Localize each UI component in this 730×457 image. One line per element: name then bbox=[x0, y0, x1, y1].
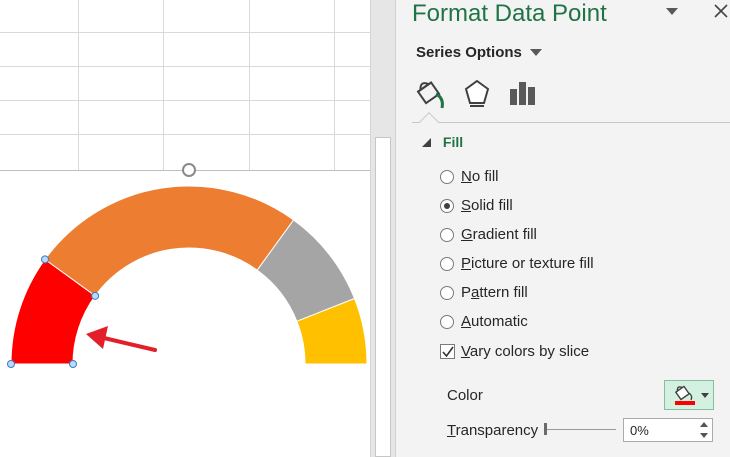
selection-handle[interactable] bbox=[40, 255, 49, 264]
radio-label: Solid fill bbox=[461, 197, 513, 214]
radio-automatic[interactable]: Automatic bbox=[440, 313, 528, 330]
fill-section-header[interactable]: Fill bbox=[422, 134, 463, 150]
transparency-label: Transparency bbox=[447, 422, 539, 439]
arrow-icon bbox=[86, 326, 157, 352]
transparency-slider-thumb[interactable] bbox=[544, 423, 547, 435]
radio-button[interactable] bbox=[440, 285, 454, 300]
selection-handle[interactable] bbox=[69, 360, 77, 368]
tab-series-options[interactable] bbox=[506, 76, 540, 110]
radio-button[interactable] bbox=[440, 314, 454, 329]
pentagon-icon bbox=[464, 79, 490, 107]
close-icon bbox=[714, 4, 728, 18]
pane-options-button[interactable] bbox=[666, 3, 678, 19]
tab-effects[interactable] bbox=[460, 76, 494, 110]
pane-title: Format Data Point bbox=[412, 0, 607, 27]
spin-up-icon bbox=[700, 422, 708, 427]
tab-divider bbox=[412, 122, 730, 123]
checkmark-icon bbox=[442, 346, 454, 358]
series-options-label: Series Options bbox=[416, 44, 522, 61]
scrollbar-thumb[interactable] bbox=[375, 137, 391, 457]
format-data-point-pane: Format Data Point Series Options Fill No… bbox=[395, 0, 730, 457]
radio-button[interactable] bbox=[440, 169, 454, 184]
radio-label: Gradient fill bbox=[461, 226, 537, 243]
radio-label: No fill bbox=[461, 168, 499, 185]
chart-rotation-handle[interactable] bbox=[182, 163, 196, 177]
radio-solid-fill[interactable]: Solid fill bbox=[440, 197, 513, 214]
radio-pattern-fill[interactable]: Pattern fill bbox=[440, 284, 528, 301]
gauge-slice-2[interactable] bbox=[44, 185, 295, 297]
radio-button[interactable] bbox=[440, 256, 454, 271]
color-label: Color bbox=[447, 387, 483, 404]
spin-down-icon bbox=[700, 433, 708, 438]
active-tab-pointer bbox=[419, 112, 439, 132]
color-swatch bbox=[675, 401, 695, 405]
radio-label: Pattern fill bbox=[461, 284, 528, 301]
series-options-dropdown[interactable]: Series Options bbox=[416, 44, 543, 61]
radio-picture-texture-fill[interactable]: Picture or texture fill bbox=[440, 255, 594, 272]
bar-chart-icon bbox=[510, 82, 535, 105]
fill-section-title: Fill bbox=[442, 134, 464, 150]
dropdown-triangle-icon bbox=[666, 8, 678, 15]
transparency-slider-track[interactable] bbox=[546, 429, 616, 430]
collapse-triangle-icon bbox=[422, 138, 431, 150]
worksheet[interactable] bbox=[0, 0, 370, 457]
selection-handle[interactable] bbox=[91, 291, 100, 300]
vary-colors-checkbox[interactable]: Vary colors by slice bbox=[440, 343, 589, 360]
checkbox-box[interactable] bbox=[440, 344, 455, 359]
paint-bucket-icon bbox=[416, 81, 444, 109]
radio-gradient-fill[interactable]: Gradient fill bbox=[440, 226, 537, 243]
gauge-chart[interactable] bbox=[0, 0, 370, 457]
vertical-scrollbar[interactable] bbox=[370, 0, 395, 457]
radio-no-fill[interactable]: No fill bbox=[440, 168, 499, 185]
chevron-down-icon bbox=[701, 393, 709, 398]
selection-handle[interactable] bbox=[7, 360, 15, 368]
radio-button[interactable] bbox=[440, 198, 454, 213]
chevron-down-icon bbox=[530, 46, 543, 60]
fill-color-picker-button[interactable] bbox=[664, 380, 714, 410]
tab-fill-line[interactable] bbox=[414, 76, 448, 110]
vary-colors-label: Vary colors by slice bbox=[461, 343, 590, 360]
radio-label: Automatic bbox=[461, 313, 528, 330]
radio-label: Picture or texture fill bbox=[461, 255, 594, 272]
paint-bucket-icon bbox=[674, 385, 709, 405]
close-button[interactable] bbox=[714, 0, 728, 24]
radio-button[interactable] bbox=[440, 227, 454, 242]
transparency-spinner[interactable] bbox=[696, 419, 712, 441]
